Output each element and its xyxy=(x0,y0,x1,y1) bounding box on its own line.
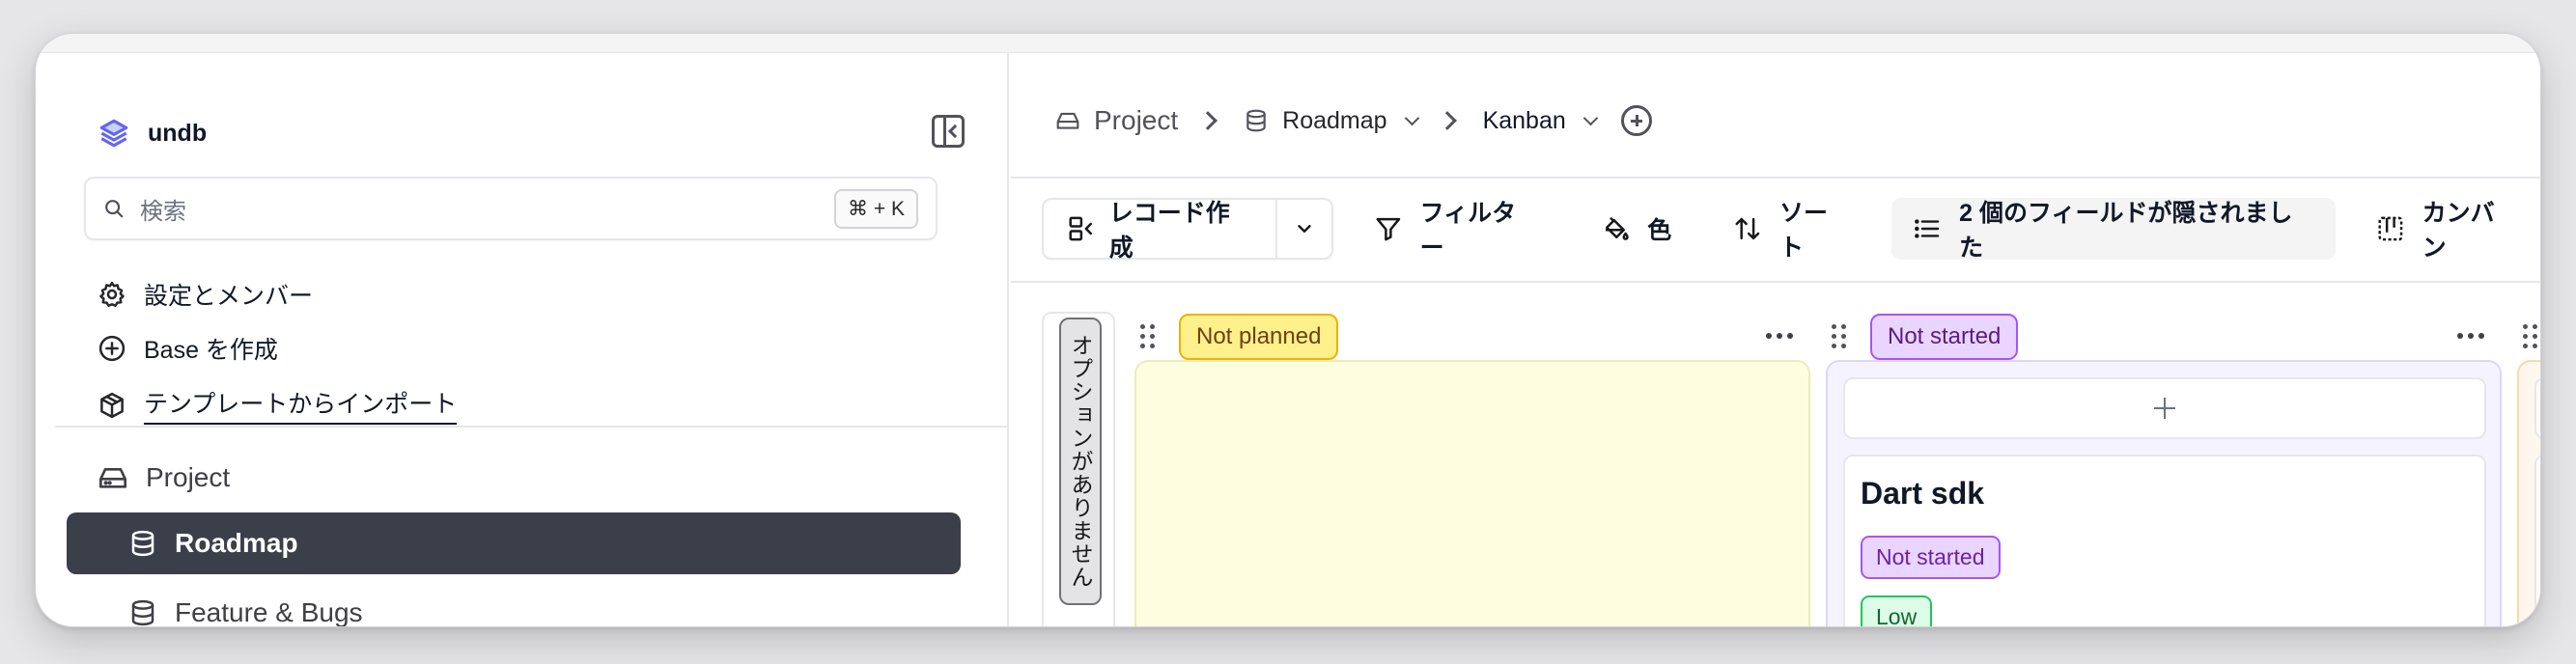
sort-label: ソート xyxy=(1778,200,1828,262)
column-label-not-planned: Not planned xyxy=(1179,314,1339,360)
chevron-down-icon[interactable] xyxy=(1404,110,1419,125)
kanban-card[interactable]: Dart sdk Not started Low xyxy=(1843,455,2486,626)
hidden-fields-label: 2 個のフィールドが隠されました xyxy=(1959,200,2293,262)
card-status-tag: Not started xyxy=(1861,536,2001,579)
breadcrumb-base[interactable]: Project xyxy=(1055,105,1178,136)
main-panel: Project Roadmap Kanban レコード作成 フィルター 色 ソー… xyxy=(1011,53,2540,626)
add-card-button[interactable] xyxy=(2534,377,2540,439)
create-record-group: レコード作成 xyxy=(1042,198,1333,262)
drag-handle-icon[interactable] xyxy=(1140,324,1156,349)
toolbar-bottom-divider xyxy=(1011,281,2540,283)
brand[interactable]: undb xyxy=(98,117,207,150)
package-icon xyxy=(100,392,124,418)
sidebar-base-label: Project xyxy=(146,462,231,492)
menu-settings-label: 設定とメンバー xyxy=(144,283,314,310)
sort-button[interactable]: ソート xyxy=(1712,198,1872,262)
no-option-label[interactable]: オプションがありません xyxy=(1059,318,1102,605)
sidebar: undb 検索 ⌘ + K 設定とメンバー Base を作成 テンプレートからイ… xyxy=(55,53,1009,627)
menu-settings-members[interactable]: 設定とメンバー xyxy=(98,277,313,312)
toolbar-top-divider xyxy=(1011,177,2540,179)
sidebar-table-feature-bugs[interactable]: Feature & Bugs xyxy=(67,582,961,627)
kanban-icon xyxy=(2378,216,2403,241)
menu-create-base-label: Base を作成 xyxy=(144,337,278,364)
create-record-button[interactable]: レコード作成 xyxy=(1044,200,1278,262)
database-icon xyxy=(1246,109,1266,132)
card-title: Dart sdk xyxy=(1861,476,1985,511)
sort-icon xyxy=(1735,217,1760,240)
breadcrumb-base-label: Project xyxy=(1094,105,1179,135)
breadcrumb-table[interactable]: Roadmap xyxy=(1244,106,1419,135)
kanban-column-not-started: Dart sdk Not started Low xyxy=(1826,360,2502,626)
database-icon xyxy=(131,599,154,626)
menu-import-label: テンプレートからインポート xyxy=(144,385,458,425)
brand-name: undb xyxy=(148,119,208,147)
gear-icon xyxy=(99,281,125,307)
kanban-card[interactable]: Ja D M xyxy=(2534,455,2540,626)
filter-icon xyxy=(1376,217,1401,241)
sidebar-table-feature-bugs-label: Feature & Bugs xyxy=(175,597,363,627)
kanban-column-no-option: オプションがありません xyxy=(1042,312,1115,626)
filter-label: フィルター xyxy=(1419,200,1517,262)
sidebar-table-roadmap-label: Roadmap xyxy=(175,528,298,558)
collapse-sidebar-icon[interactable] xyxy=(932,115,965,148)
kanban-column-not-planned xyxy=(1134,360,1810,626)
breadcrumb-view-label: Kanban xyxy=(1482,106,1566,134)
menu-import-template[interactable]: テンプレートからインポート xyxy=(98,385,458,425)
search-shortcut: ⌘ + K xyxy=(834,188,918,229)
drag-handle-icon[interactable] xyxy=(2523,324,2538,349)
more-horizontal-icon[interactable] xyxy=(2457,333,2484,339)
create-record-label: レコード作成 xyxy=(1108,200,1230,262)
color-button[interactable]: 色 xyxy=(1580,198,1693,260)
drag-handle-icon[interactable] xyxy=(1832,324,1847,349)
add-view-icon[interactable] xyxy=(1620,105,1652,136)
filter-button[interactable]: フィルター xyxy=(1353,198,1560,262)
view-toolbar: レコード作成 フィルター 色 ソート 2 個のフィールドが隠されました カンバン xyxy=(1042,198,2540,262)
sidebar-table-roadmap[interactable]: Roadmap xyxy=(67,512,961,574)
card-priority-tag: Low xyxy=(1861,595,1933,626)
chevron-down-icon[interactable] xyxy=(1582,110,1599,125)
view-type-button[interactable]: カンバン xyxy=(2355,198,2540,262)
hidden-fields-button[interactable]: 2 個のフィールドが隠されました xyxy=(1891,198,2336,262)
window-top-strip xyxy=(36,34,2540,53)
layers-logo-icon xyxy=(99,119,128,148)
database-icon xyxy=(131,530,154,557)
more-horizontal-icon[interactable] xyxy=(1766,333,1793,339)
hard-drive-icon xyxy=(99,468,126,488)
hard-drive-icon xyxy=(1056,112,1079,129)
create-record-dropdown[interactable] xyxy=(1277,200,1331,258)
breadcrumb-table-label: Roadmap xyxy=(1282,106,1387,134)
column-label-not-started: Not started xyxy=(1870,314,2019,360)
breadcrumb: Project Roadmap Kanban xyxy=(1055,97,1652,144)
plus-circle-icon xyxy=(98,335,126,362)
plus-icon xyxy=(2154,398,2175,419)
search-placeholder: 検索 xyxy=(140,198,186,225)
kanban-column-header: Not planned xyxy=(1140,314,1339,360)
list-icon xyxy=(1915,219,1940,238)
kanban-column-header xyxy=(2523,314,2540,360)
search-icon xyxy=(105,200,124,218)
sidebar-divider xyxy=(55,426,1009,428)
sidebar-base-project[interactable]: Project xyxy=(98,462,230,493)
kanban-column-partial: Ja D M xyxy=(2517,360,2540,626)
search-input[interactable]: 検索 ⌘ + K xyxy=(84,177,938,240)
add-card-button[interactable] xyxy=(1843,377,2486,439)
color-label: 色 xyxy=(1647,217,1672,244)
app-window: undb 検索 ⌘ + K 設定とメンバー Base を作成 テンプレートからイ… xyxy=(35,33,2541,627)
form-icon xyxy=(1069,216,1093,241)
paint-bucket-icon xyxy=(1606,216,1629,240)
chevron-right-icon xyxy=(1437,111,1457,130)
view-type-label: カンバン xyxy=(2422,200,2495,262)
chevron-right-icon xyxy=(1198,111,1218,130)
menu-create-base[interactable]: Base を作成 xyxy=(98,331,278,366)
breadcrumb-view[interactable]: Kanban xyxy=(1482,106,1599,135)
chevron-down-icon xyxy=(1298,225,1311,233)
kanban-column-header: Not started xyxy=(1832,314,2019,360)
